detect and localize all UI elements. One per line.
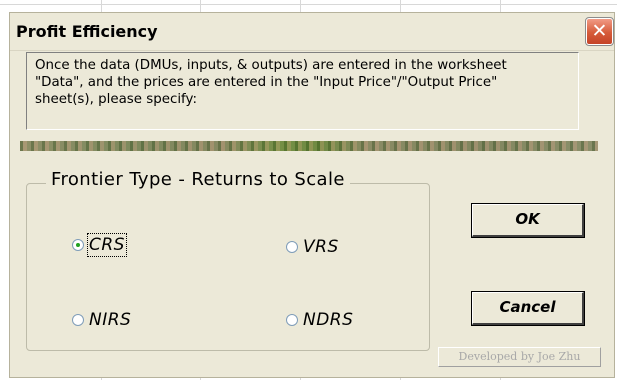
instructions-text-box: Once the data (DMUs, inputs, & outputs) … (26, 52, 579, 130)
radio-unchecked-icon[interactable] (286, 314, 298, 326)
radio-unchecked-icon[interactable] (72, 314, 84, 326)
title-bar[interactable]: Profit Efficiency ✕ (10, 13, 614, 51)
instructions-line: "Data", and the prices are entered in th… (35, 75, 498, 90)
close-button[interactable]: ✕ (585, 17, 614, 46)
cancel-button[interactable]: Cancel (471, 291, 585, 326)
dialog-title: Profit Efficiency (16, 22, 158, 41)
radio-label-crs: CRS (87, 233, 127, 257)
radio-crs[interactable]: CRS (72, 233, 127, 257)
ok-button[interactable]: OK (471, 203, 585, 238)
radio-unchecked-icon[interactable] (286, 241, 298, 253)
radio-label-ndrs: NDRS (303, 310, 354, 330)
radio-checked-icon[interactable] (72, 239, 84, 251)
instructions-line: sheet(s), please specify: (35, 92, 198, 107)
developer-credit-button[interactable]: Developed by Joe Zhu (438, 347, 601, 367)
radio-ndrs[interactable]: NDRS (286, 310, 353, 330)
radio-label-nirs: NIRS (89, 310, 132, 330)
radio-nirs[interactable]: NIRS (72, 310, 131, 330)
close-icon: ✕ (591, 20, 608, 42)
screen: Profit Efficiency ✕ Once the data (DMUs,… (0, 0, 617, 380)
radio-vrs[interactable]: VRS (286, 237, 339, 257)
decorative-texture-divider (20, 141, 598, 151)
radio-label-vrs: VRS (303, 237, 339, 257)
instructions-line: Once the data (DMUs, inputs, & outputs) … (35, 58, 507, 73)
frontier-type-legend: Frontier Type - Returns to Scale (46, 169, 350, 190)
sheet-gridline (0, 4, 617, 5)
